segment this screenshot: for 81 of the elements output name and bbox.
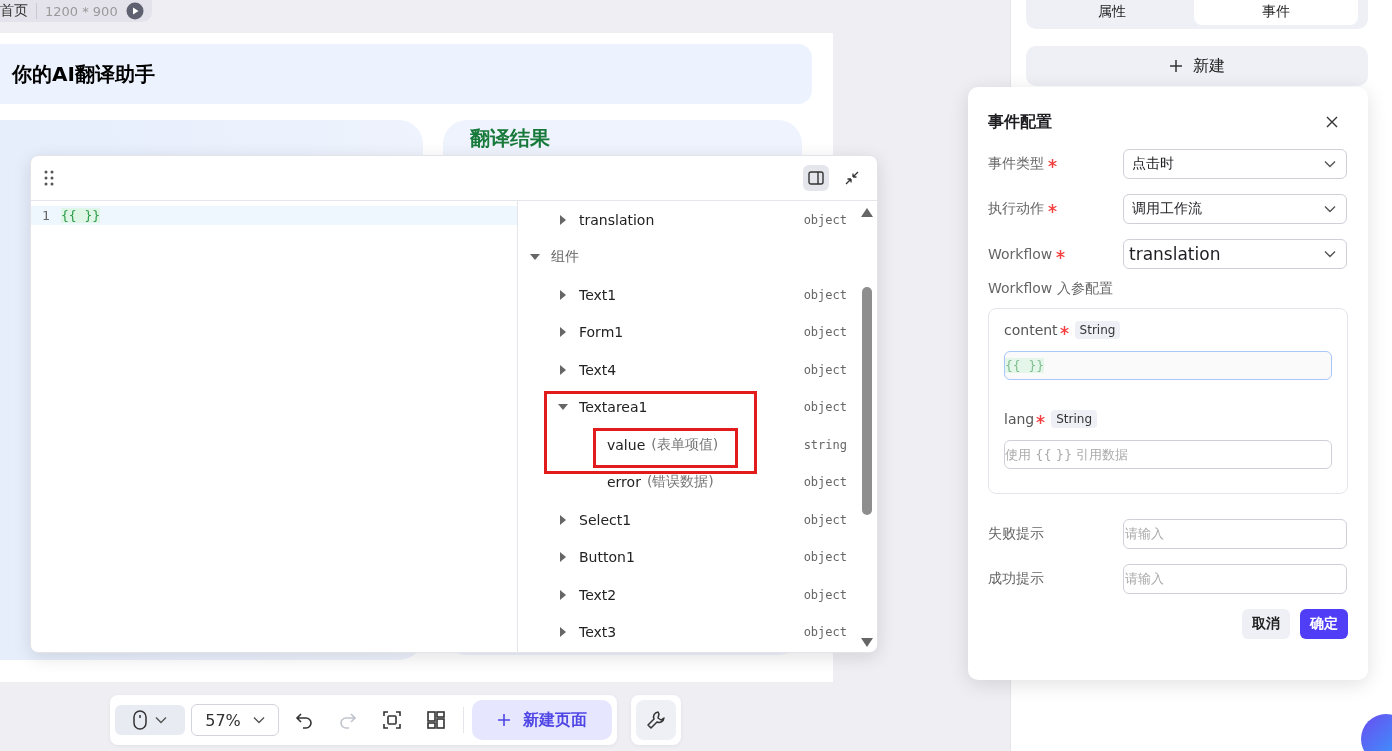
- line-number: 1: [41, 208, 51, 223]
- chevron-down-icon: [1324, 205, 1336, 213]
- tree-item[interactable]: error (错误数据) object: [518, 463, 877, 501]
- new-event-button[interactable]: 新建: [1026, 46, 1368, 86]
- type-label: object: [803, 400, 847, 415]
- param-name: lang: [1004, 411, 1046, 427]
- type-tag: String: [1074, 321, 1121, 339]
- fit-screen-icon: [382, 710, 402, 730]
- field-label: 事件类型: [988, 155, 1123, 173]
- play-icon[interactable]: [125, 2, 144, 20]
- drag-handle-icon[interactable]: [43, 169, 55, 187]
- tree-item[interactable]: Text1 object: [518, 276, 877, 314]
- select-field[interactable]: 调用工作流: [1123, 194, 1347, 224]
- type-label: object: [803, 587, 847, 602]
- field-label: 失败提示: [988, 525, 1045, 543]
- page-size: 1200 * 900: [45, 3, 118, 19]
- pointer-mode-button[interactable]: [115, 705, 185, 735]
- scroll-up-icon[interactable]: [861, 207, 873, 217]
- select-field[interactable]: 点击时: [1123, 149, 1347, 179]
- layout-icon: [426, 710, 446, 730]
- tree-item[interactable]: Form1 object: [518, 313, 877, 351]
- code-editor[interactable]: 1 {{ }}: [31, 201, 518, 652]
- type-label: object: [803, 287, 847, 302]
- wrench-icon: [645, 709, 667, 731]
- select-field[interactable]: translation: [1123, 239, 1347, 269]
- tree-item[interactable]: Textarea1 object: [518, 388, 877, 426]
- tree-item[interactable]: Select1 object: [518, 501, 877, 539]
- caret-right-icon[interactable]: [558, 627, 568, 638]
- tree-item[interactable]: translation object: [518, 201, 877, 239]
- plus-icon: [497, 713, 511, 727]
- sidebar-toggle-button[interactable]: [803, 165, 829, 191]
- redo-icon: [338, 710, 358, 730]
- type-label: object: [803, 362, 847, 377]
- field-label: 成功提示: [988, 570, 1045, 588]
- plus-icon: [1169, 59, 1183, 73]
- type-label: object: [803, 512, 847, 527]
- type-label: string: [803, 437, 847, 452]
- undo-icon: [294, 710, 314, 730]
- caret-right-icon[interactable]: [558, 289, 568, 300]
- page-title: 你的AI翻译助手: [10, 60, 155, 88]
- field-label: Workflow: [988, 246, 1123, 262]
- chevron-down-icon: [1324, 250, 1336, 258]
- type-label: object: [803, 625, 847, 640]
- chevron-down-icon: [155, 716, 167, 724]
- tree-item[interactable]: value (表单项值) string: [518, 426, 877, 464]
- caret-right-icon[interactable]: [558, 589, 568, 600]
- caret-right-icon[interactable]: [558, 514, 568, 525]
- breadcrumb-link[interactable]: 首页: [0, 2, 28, 20]
- param-name: content: [1004, 322, 1069, 338]
- tree-item[interactable]: Button1 object: [518, 538, 877, 576]
- panel-tab[interactable]: 事件: [1194, 0, 1358, 25]
- result-heading: 翻译结果: [469, 125, 551, 152]
- type-label: object: [803, 475, 847, 490]
- tree-item[interactable]: 组件: [518, 238, 877, 276]
- mouse-icon: [133, 710, 147, 730]
- panel-tab[interactable]: 属性: [1030, 0, 1194, 25]
- type-label: object: [803, 550, 847, 565]
- type-tag: String: [1051, 410, 1098, 428]
- panel-title: 事件配置: [988, 111, 1052, 133]
- chevron-down-icon: [252, 716, 265, 724]
- type-label: object: [803, 325, 847, 340]
- code-text: {{ }}: [61, 208, 101, 223]
- caret-right-icon[interactable]: [558, 214, 568, 225]
- sidebar-icon: [808, 171, 824, 185]
- type-label: object: [803, 212, 847, 227]
- tree-item[interactable]: Text3 object: [518, 613, 877, 651]
- caret-right-icon[interactable]: [558, 327, 568, 338]
- caret-right-icon[interactable]: [558, 364, 568, 375]
- field-label: 执行动作: [988, 200, 1123, 218]
- zoom-select[interactable]: 57%: [191, 704, 279, 736]
- caret-right-icon[interactable]: [558, 552, 568, 563]
- tree-item[interactable]: Text4 object: [518, 351, 877, 389]
- confirm-button[interactable]: 确定: [1300, 609, 1348, 639]
- new-page-button[interactable]: 新建页面: [472, 700, 612, 740]
- scroll-down-icon[interactable]: [861, 638, 873, 648]
- tree-item[interactable]: Text2 object: [518, 576, 877, 614]
- chevron-down-icon: [1324, 160, 1336, 168]
- collapse-icon: [845, 171, 859, 185]
- section-label: Workflow 入参配置: [988, 280, 1114, 298]
- cancel-button[interactable]: 取消: [1242, 609, 1290, 639]
- close-icon[interactable]: [1326, 116, 1338, 128]
